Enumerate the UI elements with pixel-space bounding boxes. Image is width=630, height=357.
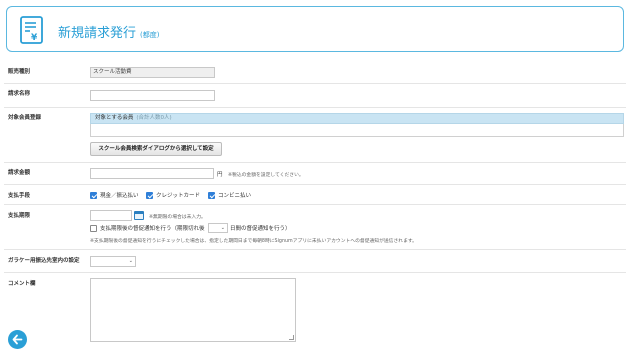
page-header: ¥ 新規請求発行 (都度): [6, 6, 624, 52]
payment-method-label: 支払手段: [8, 193, 31, 199]
amount-unit: 円: [217, 172, 223, 178]
deadline-date-input[interactable]: [90, 210, 132, 221]
chevron-down-icon: ⌄: [220, 225, 225, 231]
checkbox-checked-icon: [146, 191, 153, 199]
payment-convenience-checkbox[interactable]: コンビニ払い: [208, 191, 251, 199]
payment-convenience-label: コンビニ払い: [218, 193, 252, 199]
reminder-label: 支払期限後の督促通知を行う（期限切れ後: [100, 226, 205, 232]
member-header-text: 対象とする会員: [95, 115, 134, 121]
member-table-header: 対象とする会員 (合計人数0人): [90, 113, 624, 124]
resize-handle-icon[interactable]: [289, 335, 294, 340]
gakyu-label: ガラケー用振込先室内の設定: [8, 258, 80, 264]
calendar-icon[interactable]: [134, 211, 144, 220]
reminder-suffix-text: 日間の督促通知を行う）: [230, 226, 291, 232]
reminder-days-select[interactable]: ⌄: [208, 223, 228, 233]
page-title: 新規請求発行 (都度): [58, 26, 160, 41]
billing-name-label: 請求名称: [8, 91, 31, 97]
payment-cash-label: 現金／振込払い: [100, 193, 139, 199]
deadline-footnote: ※支払期限後の督促通知を行うにチェックした場合は、指定した期間日まで毎朝8時にS…: [90, 239, 417, 244]
invoice-yen-icon: ¥: [19, 15, 45, 45]
chevron-down-icon: ⌄: [128, 258, 133, 264]
amount-label: 請求金額: [8, 170, 31, 176]
svg-text:¥: ¥: [31, 33, 38, 43]
arrow-left-icon: [12, 334, 23, 345]
member-table-body: [90, 124, 624, 137]
page-subtitle: (都度): [140, 31, 160, 39]
comment-textarea[interactable]: [90, 278, 296, 342]
amount-note: ※税込の金額を設定してください。: [228, 173, 304, 178]
back-button[interactable]: [8, 330, 27, 349]
checkbox-checked-icon: [90, 191, 97, 199]
checkbox-unchecked-icon: [90, 224, 97, 232]
reminder-checkbox[interactable]: 支払期限後の督促通知を行う（期限切れ後: [90, 224, 205, 232]
checkbox-checked-icon: [208, 191, 215, 199]
sales-type-label: 販売種別: [8, 69, 31, 75]
members-label: 対象会員登録: [8, 115, 42, 121]
billing-name-input[interactable]: [90, 90, 215, 101]
member-count-note: (合計人数0人): [136, 115, 172, 121]
gakyu-select[interactable]: ⌄: [90, 256, 136, 267]
payment-credit-checkbox[interactable]: クレジットカード: [146, 191, 200, 199]
reminder-suffix: 日間の督促通知を行う）: [230, 224, 291, 232]
amount-input[interactable]: [90, 168, 214, 179]
comment-label: コメント欄: [8, 281, 36, 287]
select-members-button[interactable]: スクール会員検索ダイアログから選択して設定: [90, 142, 222, 156]
deadline-label: 支払期限: [8, 213, 31, 219]
deadline-note: ※無期限の場合は未入力。: [149, 215, 206, 220]
sales-type-field: スクール活動費: [90, 67, 215, 78]
payment-credit-label: クレジットカード: [156, 193, 201, 199]
payment-cash-checkbox[interactable]: 現金／振込払い: [90, 191, 139, 199]
